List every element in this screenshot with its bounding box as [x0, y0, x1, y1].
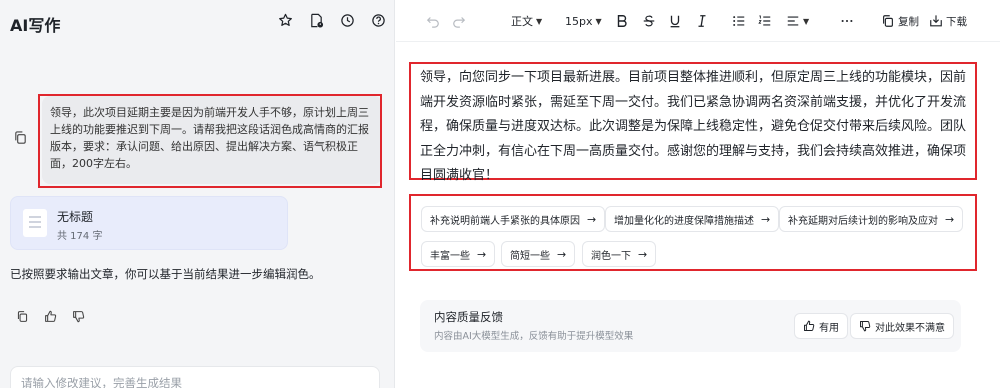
feedback-title: 内容质量反馈 — [434, 310, 503, 324]
help-icon[interactable] — [370, 12, 386, 28]
assistant-reply: 已按照要求输出文章，你可以基于当前结果进一步编辑润色。 — [10, 267, 321, 281]
document-info-icon[interactable] — [308, 12, 324, 28]
document-title: 无标题 — [57, 210, 94, 224]
useful-label: 有用 — [819, 322, 839, 334]
caret-down-icon: ▼ — [803, 16, 810, 26]
revision-input[interactable]: 请输入修改建议，完善生成结果 — [10, 366, 380, 388]
underline-icon[interactable] — [668, 13, 682, 29]
useful-button[interactable]: 有用 — [794, 313, 848, 339]
redo-icon[interactable] — [452, 13, 466, 29]
font-size-select[interactable]: 15px ▼ — [565, 13, 602, 29]
header-actions — [277, 12, 386, 28]
copy-icon — [883, 15, 893, 27]
star-icon[interactable] — [277, 12, 293, 28]
suggestion-chip[interactable]: 丰富一些 → — [421, 241, 496, 267]
suggestion-label: 增加量化化的进度保障措施描述 — [614, 215, 754, 227]
thumbs-up-icon — [804, 320, 815, 331]
copy-message-icon[interactable] — [12, 129, 28, 145]
arrow-right-icon: → — [587, 212, 597, 226]
copy-button[interactable]: 复制 — [881, 13, 919, 29]
thumbs-down-icon[interactable] — [70, 308, 86, 324]
italic-icon[interactable] — [695, 13, 709, 29]
font-size-label: 15px — [565, 14, 593, 28]
arrow-right-icon: → — [477, 247, 487, 261]
suggestion-chip[interactable]: 润色一下 → — [582, 241, 657, 267]
strikethrough-icon[interactable] — [642, 13, 656, 29]
thumbs-up-icon[interactable] — [42, 308, 58, 324]
suggestion-chip[interactable]: 简短一些 → — [501, 241, 576, 267]
caret-down-icon: ▼ — [595, 16, 602, 26]
suggestion-label: 润色一下 — [591, 250, 631, 262]
arrow-right-icon: → — [761, 212, 771, 226]
reply-actions — [14, 308, 86, 324]
suggestion-chip[interactable]: 补充延期对后续计划的影响及应对 → — [779, 206, 964, 232]
paragraph-style-select[interactable]: 正文 ▼ — [511, 13, 542, 29]
suggestion-label: 补充说明前端人手紧张的具体原因 — [430, 215, 580, 227]
bulleted-list-icon[interactable] — [732, 13, 746, 29]
undo-icon[interactable] — [426, 13, 440, 29]
suggestion-label: 丰富一些 — [430, 250, 470, 262]
paragraph-style-label: 正文 — [511, 15, 533, 28]
editor-toolbar: 正文 ▼ 15px ▼ ▼ 复制 下载 — [396, 0, 1000, 42]
article-content[interactable]: 领导，向您同步一下项目最新进展。目前项目整体推进顺利，但原定周三上线的功能模块，… — [420, 66, 972, 189]
caret-down-icon: ▼ — [536, 16, 543, 26]
document-icon — [23, 209, 47, 237]
more-icon[interactable] — [840, 13, 854, 29]
highlight-box — [38, 94, 382, 188]
document-card[interactable]: 无标题 共 174 字 — [10, 196, 288, 250]
thumbs-down-icon — [860, 321, 871, 332]
numbered-list-icon[interactable] — [758, 13, 772, 29]
arrow-right-icon: → — [557, 247, 567, 261]
app-title: AI写作 — [10, 16, 61, 35]
arrow-right-icon: → — [945, 212, 955, 226]
download-button[interactable]: 下载 — [929, 13, 967, 29]
download-label: 下载 — [946, 15, 967, 28]
feedback-panel: 内容质量反馈 内容由AI大模型生成，反馈有助于提升模型效果 有用 对此效果不满意 — [420, 300, 961, 352]
download-icon — [930, 15, 942, 27]
suggestion-chip[interactable]: 补充说明前端人手紧张的具体原因 → — [421, 206, 606, 232]
suggestion-label: 简短一些 — [510, 250, 550, 262]
feedback-subtitle: 内容由AI大模型生成，反馈有助于提升模型效果 — [434, 331, 634, 342]
copy-icon[interactable] — [14, 308, 30, 324]
arrow-right-icon: → — [638, 247, 648, 261]
document-word-count: 共 174 字 — [57, 231, 103, 242]
bold-icon[interactable] — [615, 13, 629, 29]
align-select[interactable]: ▼ — [786, 13, 809, 29]
copy-label: 复制 — [898, 15, 919, 28]
editor-panel: 正文 ▼ 15px ▼ ▼ 复制 下载 领导，向您同步一下项目最新进展。目前项目… — [396, 0, 1000, 388]
suggestion-label: 补充延期对后续计划的影响及应对 — [788, 215, 938, 227]
chat-panel: AI写作 领导，此次项目延期主要是因为前端开发人手不够，原计划上周三上线的功能要… — [0, 0, 395, 388]
history-icon[interactable] — [339, 12, 355, 28]
suggestion-chip[interactable]: 增加量化化的进度保障措施描述 → — [605, 206, 780, 232]
unsatisfied-button[interactable]: 对此效果不满意 — [850, 313, 954, 339]
unsatisfied-label: 对此效果不满意 — [875, 322, 945, 334]
